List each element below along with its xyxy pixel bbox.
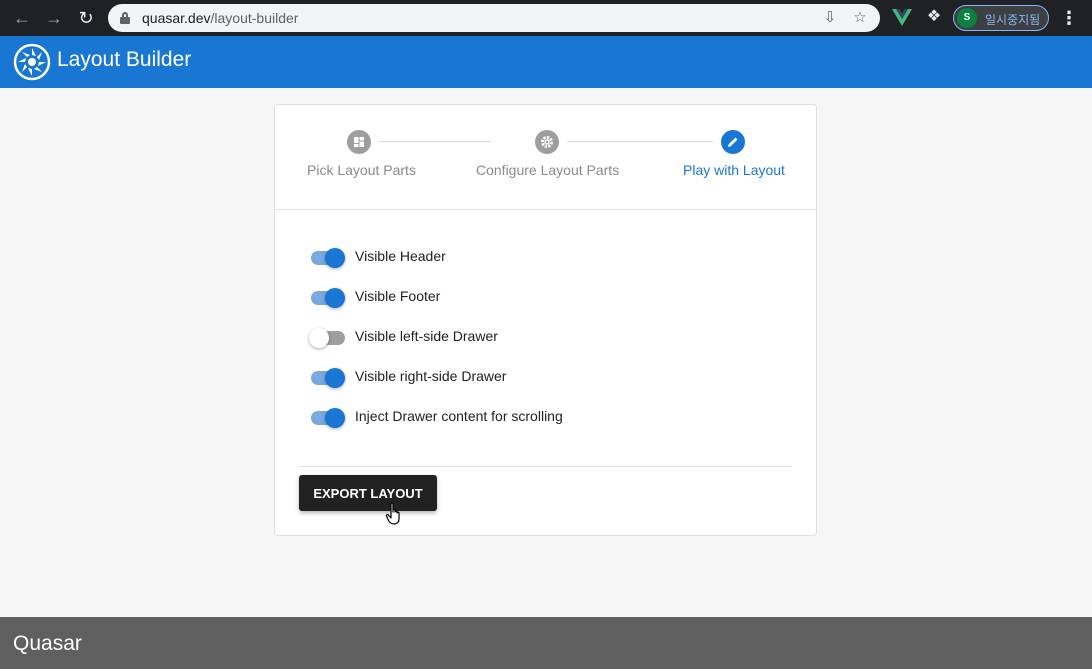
reload-icon[interactable]: ↻ — [74, 6, 98, 30]
app-header: Layout Builder — [0, 36, 1092, 88]
layout-builder-card: Pick Layout Parts Configure Layout Parts… — [274, 104, 817, 536]
app-footer: Quasar — [0, 617, 1092, 669]
bookmark-star-icon[interactable]: ☆ — [850, 8, 870, 28]
visible-right-drawer-toggle[interactable] — [309, 366, 345, 390]
forward-arrow-icon[interactable]: → — [42, 6, 66, 30]
toggle-row[interactable]: Visible left-side Drawer — [309, 323, 709, 363]
visible-left-drawer-toggle[interactable] — [309, 326, 345, 350]
hand-cursor-icon — [385, 502, 400, 525]
toggle-list: Visible Header Visible Footer Visible le… — [309, 243, 709, 443]
toggle-label: Visible Footer — [355, 288, 441, 304]
profile-status-label: 일시중지됨 — [985, 13, 1041, 27]
divider — [299, 466, 792, 467]
inject-drawer-content-toggle[interactable] — [309, 406, 345, 430]
kebab-menu-icon[interactable]: ⋮ — [1060, 6, 1078, 30]
extensions-puzzle-icon[interactable]: ❖ — [924, 7, 944, 27]
toggle-label: Visible Header — [355, 248, 446, 264]
step-3-label[interactable]: Play with Layout — [683, 162, 785, 178]
step-2-label[interactable]: Configure Layout Parts — [476, 162, 619, 178]
step-2-gear-icon[interactable] — [535, 130, 559, 154]
step-connector — [379, 141, 491, 142]
avatar: S — [957, 8, 977, 28]
quasar-logo-icon[interactable] — [12, 42, 52, 82]
install-app-icon[interactable]: ⇩ — [820, 8, 840, 28]
export-layout-button[interactable]: EXPORT LAYOUT — [299, 475, 437, 511]
visible-header-toggle[interactable] — [309, 246, 345, 270]
stepper: Pick Layout Parts Configure Layout Parts… — [275, 105, 816, 210]
toggle-row[interactable]: Visible Footer — [309, 283, 709, 323]
toggle-row[interactable]: Visible Header — [309, 243, 709, 283]
lock-icon — [120, 12, 130, 24]
profile-button[interactable]: S 일시중지됨 — [953, 5, 1049, 31]
toggle-row[interactable]: Visible right-side Drawer — [309, 363, 709, 403]
address-bar[interactable]: quasar.dev/layout-builder ⇩ ☆ — [108, 4, 880, 32]
step-1-label[interactable]: Pick Layout Parts — [307, 162, 416, 178]
browser-toolbar: ← → ↻ quasar.dev/layout-builder ⇩ ☆ ❖ S … — [0, 0, 1092, 36]
toggle-label: Inject Drawer content for scrolling — [355, 408, 563, 424]
step-connector — [567, 141, 713, 142]
toggle-label: Visible right-side Drawer — [355, 368, 507, 384]
vue-devtools-icon[interactable] — [892, 8, 912, 28]
step-1-dashboard-icon[interactable] — [347, 130, 371, 154]
footer-title: Quasar — [13, 632, 82, 655]
back-arrow-icon[interactable]: ← — [10, 6, 34, 30]
page-title: Layout Builder — [57, 48, 192, 71]
step-3-pencil-icon[interactable] — [721, 130, 745, 154]
url-text: quasar.dev/layout-builder — [142, 10, 299, 26]
toggle-row[interactable]: Inject Drawer content for scrolling — [309, 403, 709, 443]
visible-footer-toggle[interactable] — [309, 286, 345, 310]
toggle-label: Visible left-side Drawer — [355, 328, 498, 344]
